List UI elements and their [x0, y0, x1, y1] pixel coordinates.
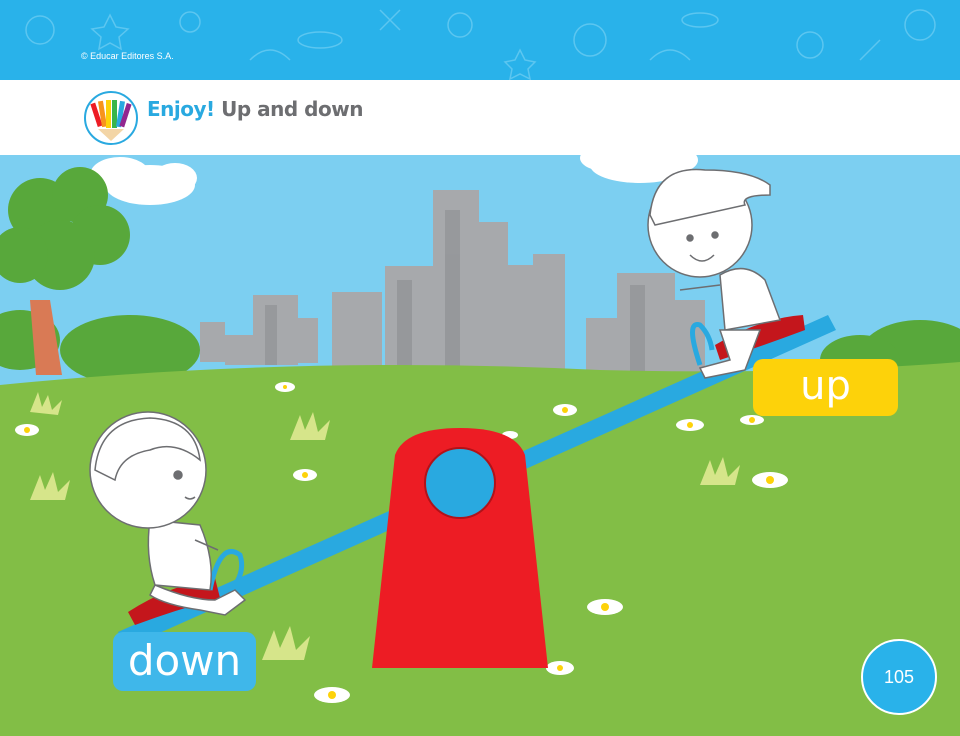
colored-pencils-icon — [84, 91, 138, 145]
title-text: Up and down — [221, 97, 363, 121]
doodle-pattern — [25, 9, 936, 80]
title-accent: Enjoy! — [147, 97, 215, 121]
copyright-text: © Educar Editores S.A. — [81, 51, 174, 61]
title-bar — [0, 80, 960, 155]
label-down: down — [113, 632, 256, 691]
page-number-badge: 105 — [861, 639, 937, 715]
header-band: © Educar Editores S.A. — [0, 0, 960, 80]
label-up: up — [753, 359, 898, 416]
seesaw-pivot — [424, 447, 496, 519]
page-title: Enjoy! Up and down — [147, 97, 363, 121]
